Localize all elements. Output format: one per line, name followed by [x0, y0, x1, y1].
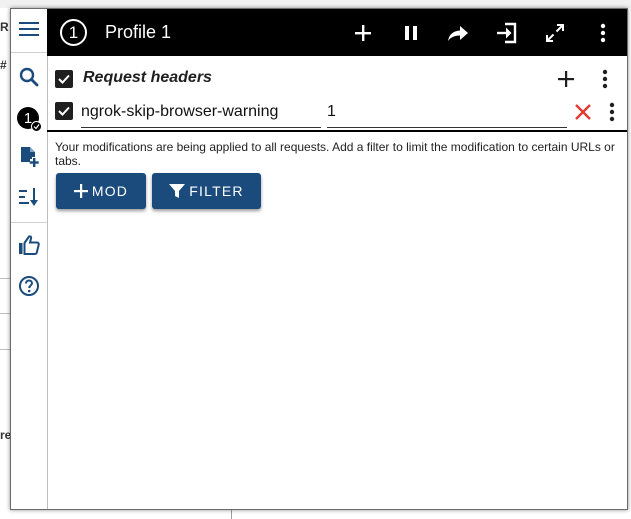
more-vertical-icon [609, 102, 615, 122]
more-vertical-icon [600, 23, 606, 43]
request-headers-section: Request headers [47, 65, 627, 93]
filter-button-label: FILTER [189, 183, 244, 199]
pause-button[interactable] [397, 19, 425, 47]
add-mod-button[interactable] [349, 19, 377, 47]
pause-icon [405, 26, 417, 40]
add-header-button[interactable] [557, 70, 577, 90]
thumbs-up-icon [19, 235, 40, 255]
profile-header: 1 Profile 1 [47, 9, 627, 56]
header-name-input[interactable]: ngrok-skip-browser-warning [81, 97, 321, 128]
filter-icon [169, 184, 186, 198]
background-text-fragment: # [0, 58, 7, 72]
add-file-icon [21, 147, 39, 167]
check-icon [58, 106, 70, 116]
section-checkbox[interactable] [55, 70, 73, 88]
share-button[interactable] [444, 19, 472, 47]
import-icon [497, 22, 517, 44]
add-mod-action-button[interactable]: MOD [56, 173, 146, 209]
menu-button[interactable] [15, 15, 43, 43]
mod-button-label: MOD [91, 183, 129, 199]
section-title: Request headers [83, 69, 212, 86]
add-icon [558, 71, 574, 87]
check-icon [58, 74, 70, 84]
add-filter-button[interactable]: FILTER [152, 173, 261, 209]
add-icon [73, 184, 88, 198]
add-icon [355, 25, 371, 41]
section-divider [47, 130, 627, 132]
add-file-button[interactable] [15, 143, 43, 171]
sidebar-divider [11, 222, 47, 223]
background-text-fragment: R [0, 20, 9, 34]
extension-popup: 1 1 Profile 1 Request headers ngrok-skip… [10, 8, 628, 510]
sidebar-divider [11, 52, 47, 53]
background-tabstrip [0, 0, 631, 8]
import-button[interactable] [493, 19, 521, 47]
filter-note: Your modifications are being applied to … [55, 140, 615, 168]
like-button[interactable] [15, 231, 43, 259]
fullscreen-button[interactable] [541, 19, 569, 47]
sort-button[interactable] [15, 183, 43, 211]
profile-badge[interactable]: 1 [17, 107, 43, 133]
profile-number[interactable]: 1 [60, 19, 87, 46]
more-vertical-icon [602, 69, 608, 89]
search-button[interactable] [15, 63, 43, 91]
sort-icon [19, 188, 38, 206]
close-icon [575, 104, 591, 120]
help-button[interactable] [15, 272, 43, 300]
profile-title[interactable]: Profile 1 [105, 22, 171, 43]
header-name-value: ngrok-skip-browser-warning [81, 103, 279, 120]
header-entry-row: ngrok-skip-browser-warning 1 [47, 97, 627, 133]
menu-icon [19, 22, 39, 36]
header-entry-more-button[interactable] [609, 102, 619, 122]
header-entry-checkbox[interactable] [55, 102, 73, 120]
check-icon [31, 121, 42, 132]
help-icon [19, 276, 39, 296]
section-more-button[interactable] [602, 69, 612, 89]
search-icon [19, 67, 39, 87]
delete-header-button[interactable] [574, 103, 592, 121]
header-value-text: 1 [327, 103, 336, 120]
more-menu-button[interactable] [589, 19, 617, 47]
fullscreen-icon [546, 24, 564, 42]
share-icon [448, 26, 468, 41]
sidebar: 1 [11, 9, 48, 509]
header-value-input[interactable]: 1 [327, 97, 567, 128]
